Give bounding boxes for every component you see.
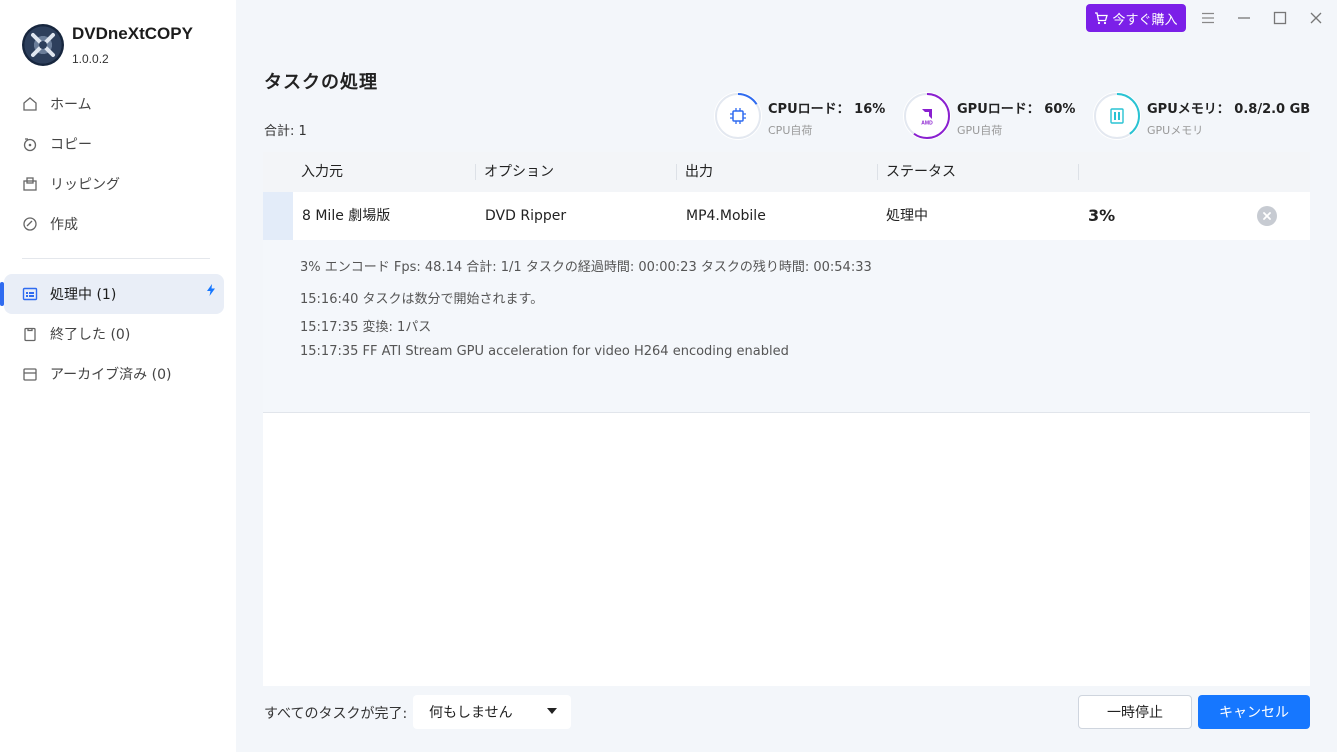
- column-header-status: ステータス: [886, 164, 956, 180]
- sidebar-item-label: コピー: [50, 137, 92, 153]
- column-header-option: オプション: [484, 164, 554, 180]
- buy-now-button[interactable]: 今すぐ購入: [1086, 4, 1186, 32]
- gpu-load-label: GPUロード：: [957, 102, 1040, 117]
- gpu-memory-sub: GPUメモリ: [1147, 124, 1204, 137]
- cell-input: 8 Mile 劇場版: [302, 208, 391, 224]
- brand: DVDneXtCOPY 1.0.0.2: [22, 24, 193, 66]
- cart-icon: [1095, 11, 1109, 24]
- task-details-panel: 3% エンコード Fps: 48.14 合計: 1/1 タスクの経過時間: 00…: [263, 240, 1310, 413]
- gpu-gauge: AMD: [903, 92, 951, 140]
- sidebar-item-archived[interactable]: アーカイブ済み (0): [4, 354, 224, 394]
- cell-output: MP4.Mobile: [686, 208, 766, 224]
- cpu-load-label: CPUロード：: [768, 102, 850, 117]
- cpu-gauge: [714, 92, 762, 140]
- sidebar-item-label: リッピング: [50, 177, 120, 193]
- gpu-memory-label: GPUメモリ：: [1147, 102, 1230, 117]
- cancel-button[interactable]: キャンセル: [1198, 695, 1310, 729]
- cpu-load-sub: CPU自荷: [768, 124, 813, 137]
- gpu-memory-gauge: [1093, 92, 1141, 140]
- task-total: 合計: 1: [264, 124, 307, 139]
- sidebar-item-home[interactable]: ホーム: [4, 84, 224, 124]
- close-window-button[interactable]: [1306, 8, 1326, 28]
- maximize-icon: [1273, 11, 1287, 25]
- maximize-button[interactable]: [1270, 8, 1290, 28]
- finished-icon: [22, 326, 38, 342]
- task-table: 入力元 オプション 出力 ステータス 8 Mile 劇場版 DVD Ripper…: [263, 152, 1310, 686]
- gpu-memory-stat: GPUメモリ： 0.8/2.0 GB GPUメモリ: [1093, 92, 1310, 142]
- log-line: 15:17:35 FF ATI Stream GPU acceleration …: [300, 344, 789, 359]
- lightning-icon: [206, 284, 216, 300]
- column-separator: [676, 164, 677, 180]
- on-complete-value: 何もしません: [429, 705, 513, 721]
- menu-button[interactable]: [1198, 8, 1218, 28]
- minimize-button[interactable]: [1234, 8, 1254, 28]
- row-marker: [263, 192, 293, 240]
- sidebar-item-label: 終了した (0): [50, 327, 131, 343]
- pause-button[interactable]: 一時停止: [1078, 695, 1192, 729]
- cell-status: 処理中: [886, 208, 928, 224]
- hamburger-icon: [1202, 12, 1214, 24]
- task-progress-summary: 3% エンコード Fps: 48.14 合計: 1/1 タスクの経過時間: 00…: [300, 260, 872, 275]
- cpu-load-value: 16%: [854, 102, 886, 117]
- log-line: 15:17:35 変換: 1パス: [300, 320, 432, 335]
- log-line: 15:16:40 タスクは数分で開始されます。: [300, 292, 544, 307]
- sidebar-item-copy[interactable]: コピー: [4, 124, 224, 164]
- on-complete-select[interactable]: 何もしません: [413, 695, 571, 729]
- sidebar-item-processing[interactable]: 処理中 (1): [0, 274, 224, 314]
- column-separator: [1078, 164, 1079, 180]
- gpu-memory-value: 0.8/2.0 GB: [1234, 102, 1311, 117]
- page-title: タスクの処理: [264, 72, 378, 93]
- sidebar-divider: [22, 258, 210, 259]
- sidebar-item-ripping[interactable]: リッピング: [4, 164, 224, 204]
- gpu-load-stat: AMD GPUロード： 60% GPU自荷: [903, 92, 1075, 142]
- app-logo: [22, 24, 64, 66]
- gpu-load-sub: GPU自荷: [957, 124, 1003, 137]
- archive-icon: [22, 366, 38, 382]
- ripping-icon: [22, 176, 38, 192]
- table-row[interactable]: 8 Mile 劇場版 DVD Ripper MP4.Mobile 処理中 3%: [263, 192, 1310, 240]
- column-separator: [475, 164, 476, 180]
- sidebar-item-label: ホーム: [50, 97, 92, 113]
- close-icon: [1310, 12, 1322, 24]
- column-separator: [877, 164, 878, 180]
- cpu-load-stat: CPUロード： 16% CPU自荷: [714, 92, 885, 142]
- sidebar-item-label: 作成: [50, 217, 78, 233]
- cell-option: DVD Ripper: [485, 208, 567, 224]
- close-icon: [1263, 212, 1271, 220]
- gpu-load-value: 60%: [1044, 102, 1076, 117]
- on-complete-label: すべてのタスクが完了:: [264, 706, 408, 722]
- buy-now-label: 今すぐ購入: [1112, 12, 1178, 28]
- remove-task-button[interactable]: [1257, 206, 1277, 226]
- cell-progress: 3%: [1088, 206, 1116, 225]
- sidebar: DVDneXtCOPY 1.0.0.2 ホーム コピー リッピング 作成 処理中…: [0, 0, 236, 752]
- column-header-output: 出力: [685, 164, 713, 180]
- sidebar-item-finished[interactable]: 終了した (0): [4, 314, 224, 354]
- column-header-input: 入力元: [301, 164, 343, 180]
- minimize-icon: [1238, 17, 1250, 19]
- sidebar-item-label: 処理中 (1): [50, 287, 117, 303]
- app-version: 1.0.0.2: [72, 52, 109, 66]
- sidebar-item-label: アーカイブ済み (0): [50, 367, 172, 383]
- home-icon: [22, 96, 38, 112]
- copy-icon: [22, 136, 38, 152]
- processing-icon: [22, 286, 38, 302]
- app-name: DVDneXtCOPY: [72, 24, 193, 43]
- caret-down-icon: [547, 708, 557, 714]
- sidebar-item-create[interactable]: 作成: [4, 204, 224, 244]
- table-header: 入力元 オプション 出力 ステータス: [263, 152, 1310, 192]
- create-icon: [22, 216, 38, 232]
